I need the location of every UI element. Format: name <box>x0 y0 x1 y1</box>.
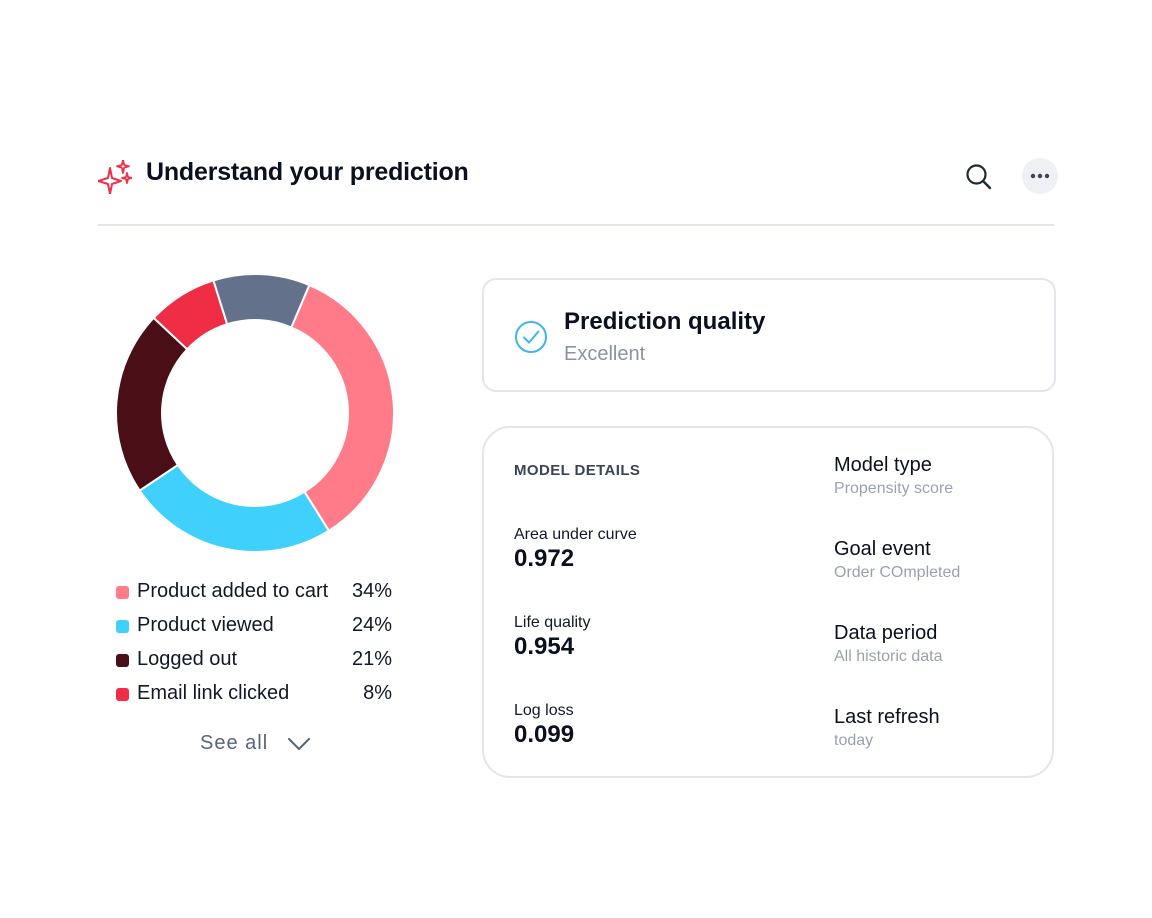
donut-slice-other <box>212 273 311 329</box>
legend-label: Product viewed <box>137 614 274 636</box>
sparkles-icon <box>98 160 132 194</box>
info-last-refresh: Last refresh today <box>834 706 940 750</box>
metric-label: Area under curve <box>514 526 637 543</box>
model-details-heading: MODEL DETAILS <box>514 462 641 479</box>
metric-value: 0.954 <box>514 633 575 660</box>
donut-slice-product-viewed <box>138 463 331 553</box>
info-value: Propensity score <box>834 480 954 497</box>
metric-label: Log loss <box>514 702 574 719</box>
donut-chart <box>115 273 395 553</box>
legend-label: Logged out <box>137 648 238 670</box>
info-model-type: Model type Propensity score <box>834 454 953 498</box>
page-title: Understand your prediction <box>146 158 469 186</box>
info-value: Order COmpleted <box>834 564 961 581</box>
model-details-card: MODEL DETAILS Area under curve 0.972 Lif… <box>482 426 1054 778</box>
legend-swatch <box>116 620 129 633</box>
search-icon[interactable] <box>964 162 994 192</box>
prediction-quality-card: Prediction quality Excellent <box>482 278 1056 392</box>
legend-swatch <box>116 586 129 599</box>
legend-value: 24% <box>351 614 392 636</box>
metric-value: 0.972 <box>514 545 575 572</box>
legend-item-logged-out: Logged out 21% <box>116 646 396 680</box>
chart-legend: Product added to cart 34% Product viewed… <box>116 578 396 714</box>
info-value: All historic data <box>834 648 943 665</box>
legend-label: Email link clicked <box>137 682 290 704</box>
more-horizontal-icon <box>1030 173 1050 179</box>
info-label: Last refresh <box>834 706 940 728</box>
info-label: Data period <box>834 622 938 644</box>
chevron-down-icon <box>287 737 310 750</box>
info-label: Goal event <box>834 538 931 560</box>
legend-value: 21% <box>351 648 392 670</box>
more-options-button[interactable] <box>1022 158 1058 194</box>
legend-swatch <box>116 688 129 701</box>
see-all-button[interactable]: See all <box>200 732 311 755</box>
metric-label: Life quality <box>514 614 591 631</box>
donut-slice-logged-out <box>115 316 189 492</box>
header-divider <box>98 224 1054 226</box>
see-all-label: See all <box>200 732 269 755</box>
prediction-quality-value: Excellent <box>564 343 646 365</box>
header: Understand your prediction <box>98 152 1058 200</box>
metric-value: 0.099 <box>514 721 575 748</box>
legend-item-product-viewed: Product viewed 24% <box>116 612 396 646</box>
metric-life-quality: Life quality 0.954 <box>514 614 591 661</box>
legend-item-email-link-clicked: Email link clicked 8% <box>116 680 396 714</box>
legend-value: 8% <box>363 682 392 704</box>
legend-label: Product added to cart <box>137 580 329 602</box>
metric-log-loss: Log loss 0.099 <box>514 702 574 749</box>
info-value: today <box>834 732 874 749</box>
info-data-period: Data period All historic data <box>834 622 943 666</box>
check-circle-icon <box>515 321 547 353</box>
metric-area-under-curve: Area under curve 0.972 <box>514 526 637 573</box>
prediction-quality-title: Prediction quality <box>564 308 766 335</box>
legend-swatch <box>116 654 129 667</box>
info-goal-event: Goal event Order COmpleted <box>834 538 960 582</box>
legend-value: 34% <box>351 580 392 602</box>
info-label: Model type <box>834 454 932 476</box>
legend-item-product-added-to-cart: Product added to cart 34% <box>116 578 396 612</box>
